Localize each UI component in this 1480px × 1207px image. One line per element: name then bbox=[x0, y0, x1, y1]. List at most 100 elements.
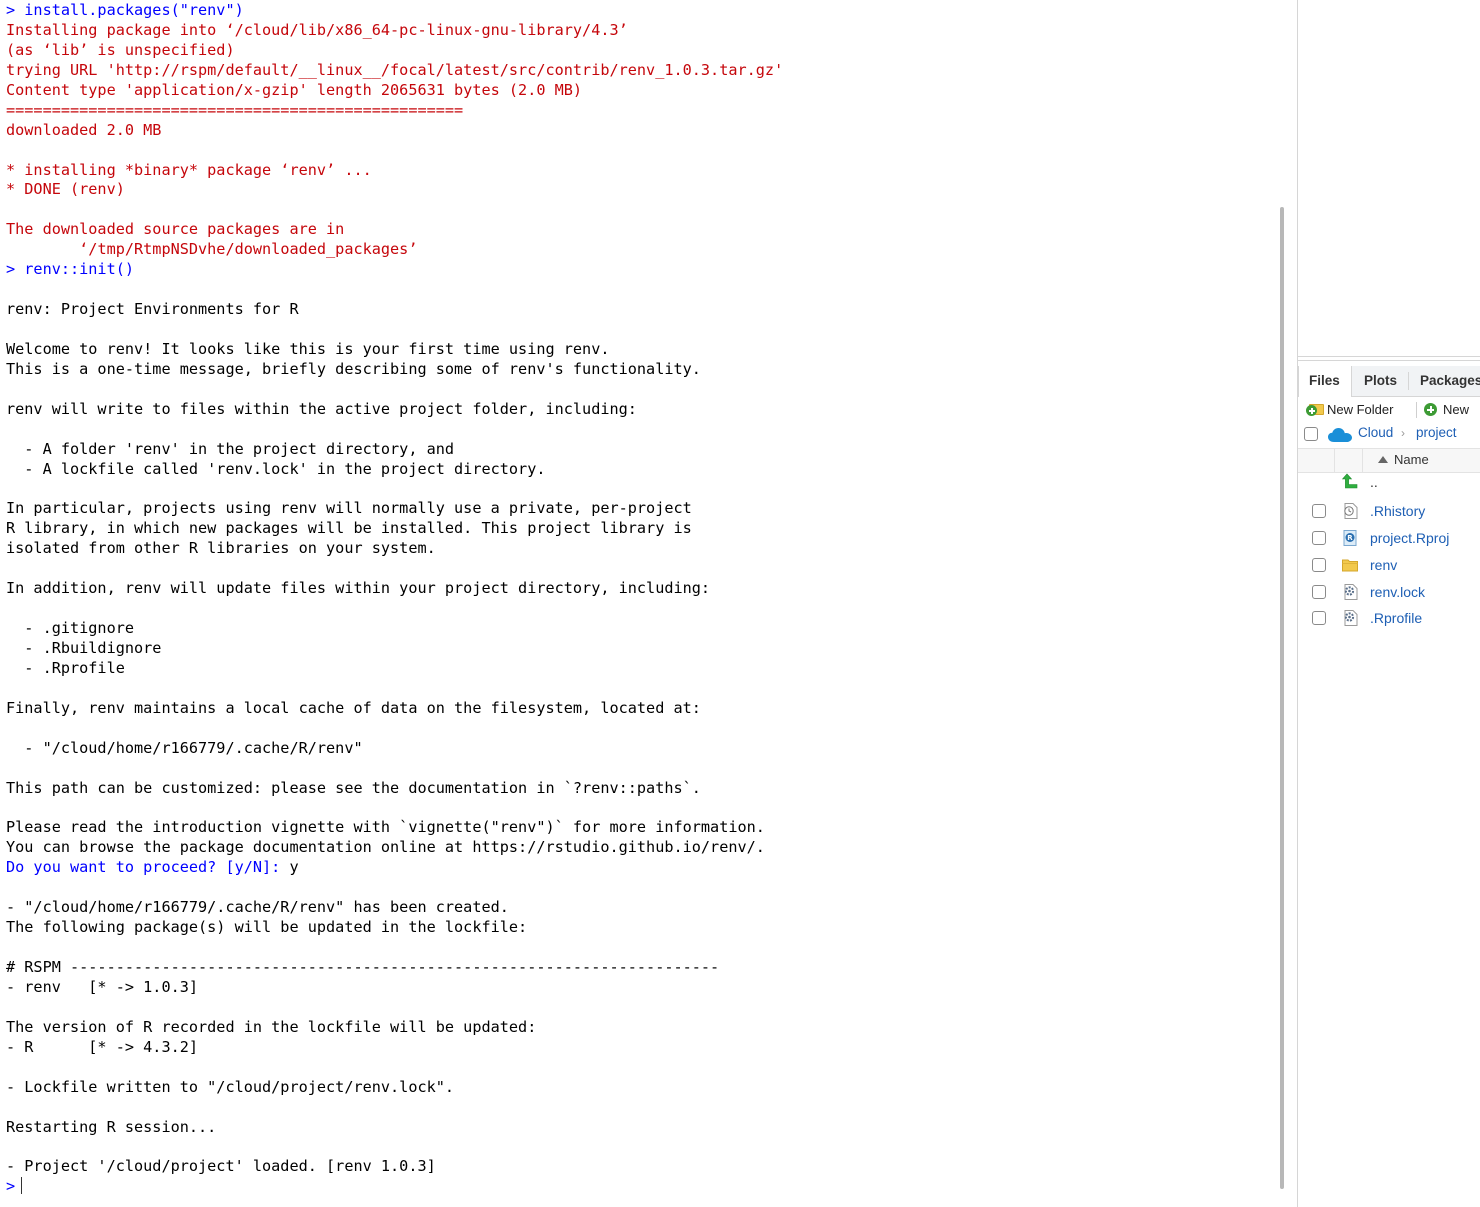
console-line: - Project '/cloud/project' loaded. [renv… bbox=[6, 1157, 1276, 1177]
console-line: The version of R recorded in the lockfil… bbox=[6, 1018, 1276, 1038]
sort-ascending-icon[interactable] bbox=[1378, 456, 1388, 463]
console-line-text: > bbox=[6, 1177, 16, 1196]
new-folder-button[interactable]: New Folder bbox=[1306, 400, 1393, 420]
new-file-label: New bbox=[1443, 402, 1470, 417]
console-line: You can browse the package documentation… bbox=[6, 838, 1276, 858]
breadcrumb-cloud-link[interactable]: Cloud bbox=[1358, 425, 1393, 440]
console-line-text: - renv [* -> 1.0.3] bbox=[6, 977, 199, 996]
svg-text:R: R bbox=[1347, 534, 1353, 542]
file-checkbox[interactable] bbox=[1312, 585, 1326, 599]
console-line-text: - .Rprofile bbox=[6, 658, 125, 677]
breadcrumb-project-link[interactable]: project bbox=[1416, 425, 1457, 440]
file-name[interactable]: .Rprofile bbox=[1370, 610, 1422, 626]
console-line-text: > renv::init() bbox=[6, 260, 135, 279]
file-row[interactable]: .Rhistory bbox=[1298, 499, 1480, 525]
console-line: - R [* -> 4.3.2] bbox=[6, 1038, 1276, 1058]
select-all-checkbox[interactable] bbox=[1304, 427, 1318, 441]
console-output: > install.packages("renv") Installing pac… bbox=[6, 1, 1276, 1197]
console-line-text: - A folder 'renv' in the project directo… bbox=[6, 439, 455, 458]
environment-pane bbox=[1298, 0, 1480, 357]
console-line: Content type 'application/x-gzip' length… bbox=[6, 81, 1276, 101]
console-line: This path can be customized: please see … bbox=[6, 779, 1276, 799]
console-line: - .Rbuildignore bbox=[6, 639, 1276, 659]
file-checkbox[interactable] bbox=[1312, 504, 1326, 518]
console-line: - "/cloud/home/r166779/.cache/R/renv" ha… bbox=[6, 898, 1276, 918]
console-line: - renv [* -> 1.0.3] bbox=[6, 978, 1276, 998]
console-line: Please read the introduction vignette wi… bbox=[6, 818, 1276, 838]
file-name[interactable]: renv bbox=[1370, 557, 1397, 573]
console-line: renv will write to files within the acti… bbox=[6, 400, 1276, 420]
console-line: The downloaded source packages are in bbox=[6, 220, 1276, 240]
console-line: Welcome to renv! It looks like this is y… bbox=[6, 340, 1276, 360]
console-line: - A folder 'renv' in the project directo… bbox=[6, 440, 1276, 460]
console-line-text: Do you want to proceed? [y/N]: bbox=[6, 858, 290, 877]
file-checkbox[interactable] bbox=[1312, 611, 1326, 625]
console-line: (as ‘lib’ is unspecified) bbox=[6, 41, 1276, 61]
console-line-text: This is a one-time message, briefly desc… bbox=[6, 359, 701, 378]
console-line-text: - R [* -> 4.3.2] bbox=[6, 1037, 199, 1056]
file-checkbox[interactable] bbox=[1312, 558, 1326, 572]
console-pane[interactable]: > install.packages("renv") Installing pac… bbox=[0, 0, 1288, 1207]
file-row[interactable]: renv.lock bbox=[1298, 580, 1480, 606]
console-line: - .gitignore bbox=[6, 619, 1276, 639]
console-line: This is a one-time message, briefly desc… bbox=[6, 360, 1276, 380]
file-checkbox[interactable] bbox=[1312, 531, 1326, 545]
tab-files[interactable]: Files bbox=[1298, 366, 1352, 397]
console-line-text: R library, in which new packages will be… bbox=[6, 519, 692, 538]
console-line-text: The version of R recorded in the lockfil… bbox=[6, 1017, 537, 1036]
console-line-text: - "/cloud/home/r166779/.cache/R/renv" ha… bbox=[6, 898, 509, 917]
console-line-text: isolated from other R libraries on your … bbox=[6, 539, 436, 558]
console-line: Finally, renv maintains a local cache of… bbox=[6, 699, 1276, 719]
console-line: > renv::init() bbox=[6, 260, 1276, 280]
console-line-text: You can browse the package documentation… bbox=[6, 838, 765, 857]
file-row[interactable]: .Rprofile bbox=[1298, 606, 1480, 632]
cloud-icon bbox=[1328, 428, 1352, 442]
column-header-name[interactable]: Name bbox=[1394, 452, 1429, 467]
console-line-text: - A lockfile called 'renv.lock' in the p… bbox=[6, 459, 546, 478]
console-line-text: * installing *binary* package ‘renv’ ... bbox=[6, 160, 372, 179]
console-line-text: - Lockfile written to "/cloud/project/re… bbox=[6, 1077, 455, 1096]
console-line-text: ‘/tmp/RtmpNSDvhe/downloaded_packages’ bbox=[6, 240, 418, 259]
tab-plots[interactable]: Plots bbox=[1354, 366, 1408, 396]
console-line-text: In particular, projects using renv will … bbox=[6, 499, 692, 518]
console-line: Restarting R session... bbox=[6, 1118, 1276, 1138]
console-line: downloaded 2.0 MB bbox=[6, 121, 1276, 141]
console-line: Installing package into ‘/cloud/lib/x86_… bbox=[6, 21, 1276, 41]
files-pane: Files Plots Packages New Folder New Clou… bbox=[1298, 360, 1480, 1207]
console-line: ========================================… bbox=[6, 101, 1276, 121]
file-name[interactable]: .Rhistory bbox=[1370, 503, 1425, 519]
new-file-button[interactable]: New bbox=[1424, 400, 1469, 420]
console-line: R library, in which new packages will be… bbox=[6, 519, 1276, 539]
file-list-header: Name bbox=[1298, 448, 1480, 473]
console-line: Do you want to proceed? [y/N]: y bbox=[6, 858, 1276, 878]
console-line: - .Rprofile bbox=[6, 659, 1276, 679]
file-row[interactable]: renv bbox=[1298, 553, 1480, 579]
console-line-text: Restarting R session... bbox=[6, 1117, 217, 1136]
file-name[interactable]: project.Rproj bbox=[1370, 530, 1449, 546]
file-name[interactable]: renv.lock bbox=[1370, 584, 1425, 600]
console-line-text: This path can be customized: please see … bbox=[6, 778, 701, 797]
file-row[interactable]: R project.Rproj bbox=[1298, 526, 1480, 552]
parent-directory-row[interactable]: .. bbox=[1298, 472, 1480, 498]
console-input-caret[interactable] bbox=[21, 1177, 23, 1195]
breadcrumb-separator: › bbox=[1401, 426, 1405, 440]
console-line-text: > install.packages("renv") bbox=[6, 1, 244, 19]
add-icon bbox=[1424, 403, 1437, 416]
parent-directory-link[interactable]: .. bbox=[1370, 474, 1378, 490]
tab-packages[interactable]: Packages bbox=[1410, 366, 1480, 396]
console-line-text: Finally, renv maintains a local cache of… bbox=[6, 698, 701, 717]
new-folder-label: New Folder bbox=[1327, 402, 1394, 417]
console-line: - "/cloud/home/r166779/.cache/R/renv" bbox=[6, 739, 1276, 759]
console-scrollbar[interactable] bbox=[1280, 207, 1284, 1189]
